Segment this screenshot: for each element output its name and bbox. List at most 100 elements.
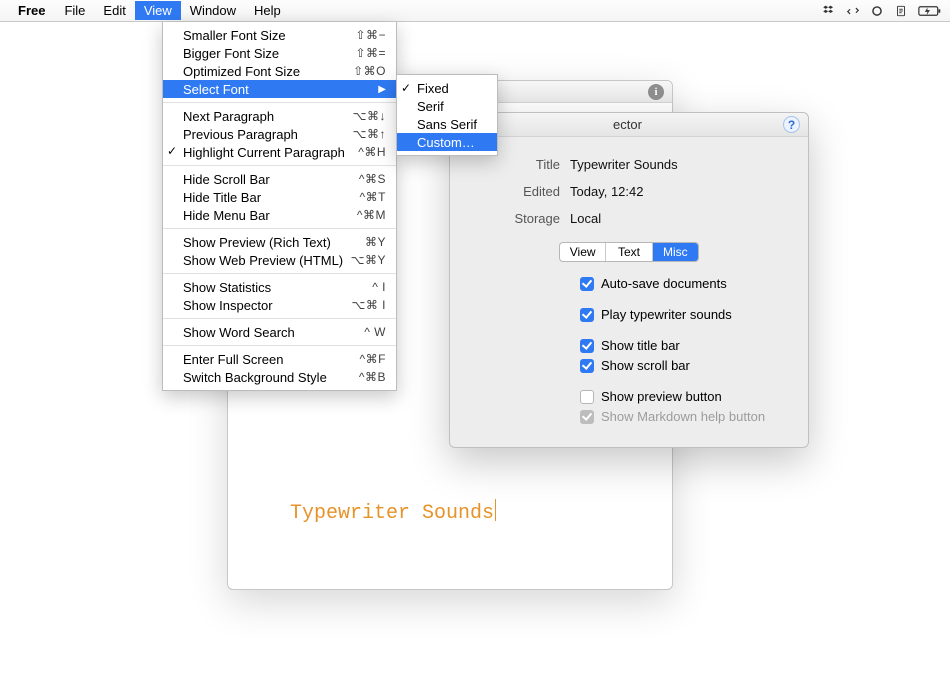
- menu-item-label: Optimized Font Size: [183, 64, 353, 79]
- option-row: Show Markdown help button: [580, 409, 808, 424]
- menu-item-shortcut: ⌥⌘↓: [353, 109, 386, 123]
- menu-item[interactable]: Enter Full Screen^⌘F: [163, 350, 396, 368]
- menu-edit[interactable]: Edit: [94, 1, 134, 20]
- menubar: Free File Edit View Window Help: [0, 0, 950, 22]
- submenu-item[interactable]: Sans Serif: [397, 115, 497, 133]
- menu-item-shortcut: ^⌘F: [360, 352, 386, 366]
- menu-help[interactable]: Help: [245, 1, 290, 20]
- menu-item-label: Hide Title Bar: [183, 190, 360, 205]
- menu-item[interactable]: Show Preview (Rich Text)⌘Y: [163, 233, 396, 251]
- text-caret: [495, 499, 496, 521]
- info-button-icon[interactable]: i: [648, 84, 664, 100]
- menu-item-label: Previous Paragraph: [183, 127, 353, 142]
- option-label: Show title bar: [601, 338, 680, 353]
- menu-item-shortcut: ⌥⌘ I: [352, 298, 387, 312]
- menu-item[interactable]: Show Statistics^ I: [163, 278, 396, 296]
- checkbox: [580, 410, 594, 424]
- menu-item[interactable]: ✓Highlight Current Paragraph^⌘H: [163, 143, 396, 161]
- menu-item-label: Show Web Preview (HTML): [183, 253, 351, 268]
- option-row[interactable]: Show scroll bar: [580, 358, 808, 373]
- menu-item-label: Hide Menu Bar: [183, 208, 357, 223]
- submenu-item[interactable]: ✓ Fixed: [397, 79, 497, 97]
- menu-item[interactable]: Switch Background Style^⌘B: [163, 368, 396, 386]
- inspector-panel: ector ? Title Typewriter Sounds Edited T…: [449, 112, 809, 448]
- submenu-item[interactable]: Serif: [397, 97, 497, 115]
- option-row[interactable]: Show title bar: [580, 338, 808, 353]
- inspector-titlebar[interactable]: ector ?: [450, 113, 808, 137]
- menu-item-shortcut: ^ W: [364, 325, 386, 339]
- menu-file[interactable]: File: [55, 1, 94, 20]
- segment-text[interactable]: Text: [606, 243, 652, 261]
- menu-window[interactable]: Window: [181, 1, 245, 20]
- menu-item[interactable]: Show Web Preview (HTML)⌥⌘Y: [163, 251, 396, 269]
- checkbox[interactable]: [580, 277, 594, 291]
- menu-item[interactable]: Smaller Font Size⇧⌘−: [163, 26, 396, 44]
- option-row[interactable]: Show preview button: [580, 389, 808, 404]
- menu-item-label: Show Word Search: [183, 325, 364, 340]
- menu-item[interactable]: Show Inspector⌥⌘ I: [163, 296, 396, 314]
- menu-item-label: Highlight Current Paragraph: [183, 145, 358, 160]
- battery-icon[interactable]: [918, 5, 942, 17]
- app-name[interactable]: Free: [18, 3, 45, 18]
- sync-icon[interactable]: [846, 4, 860, 18]
- menu-item[interactable]: Optimized Font Size⇧⌘O: [163, 62, 396, 80]
- status-icons: [822, 4, 942, 18]
- menu-item[interactable]: Bigger Font Size⇧⌘=: [163, 44, 396, 62]
- menu-item-label: Next Paragraph: [183, 109, 353, 124]
- dropbox-icon[interactable]: [822, 4, 836, 18]
- option-label: Show scroll bar: [601, 358, 690, 373]
- menu-item-shortcut: ^⌘T: [360, 190, 386, 204]
- menu-item-label: Switch Background Style: [183, 370, 359, 385]
- menu-item-label: Show Inspector: [183, 298, 352, 313]
- field-value-edited: Today, 12:42: [570, 184, 643, 199]
- checkbox[interactable]: [580, 308, 594, 322]
- field-label-storage: Storage: [450, 211, 570, 226]
- menu-view[interactable]: View: [135, 1, 181, 20]
- segment-view[interactable]: View: [560, 243, 606, 261]
- menu-item[interactable]: Show Word Search^ W: [163, 323, 396, 341]
- submenu-item-label: Fixed: [417, 81, 449, 96]
- menu-item-label: Enter Full Screen: [183, 352, 360, 367]
- menu-separator: [163, 318, 396, 319]
- menu-item-shortcut: ⌥⌘Y: [351, 253, 386, 267]
- menu-item[interactable]: Previous Paragraph⌥⌘↑: [163, 125, 396, 143]
- submenu-item-label: Sans Serif: [417, 117, 477, 132]
- option-label: Show Markdown help button: [601, 409, 765, 424]
- checkbox[interactable]: [580, 359, 594, 373]
- field-label-title: Title: [450, 157, 570, 172]
- inspector-title: ector: [458, 117, 783, 132]
- menu-item[interactable]: Hide Menu Bar^⌘M: [163, 206, 396, 224]
- clipboard-icon[interactable]: [894, 4, 908, 18]
- menu-item-label: Hide Scroll Bar: [183, 172, 359, 187]
- document-text[interactable]: Typewriter Sounds: [290, 499, 496, 525]
- help-icon[interactable]: ?: [783, 116, 800, 133]
- menu-item-shortcut: ⇧⌘−: [355, 28, 386, 42]
- option-row[interactable]: Play typewriter sounds: [580, 307, 808, 322]
- menu-item-label: Smaller Font Size: [183, 28, 355, 43]
- menu-item-label: Select Font: [183, 82, 372, 97]
- menu-item[interactable]: Next Paragraph⌥⌘↓: [163, 107, 396, 125]
- menu-item[interactable]: Select Font ▶: [163, 80, 396, 98]
- submenu-item[interactable]: Custom…: [397, 133, 497, 151]
- menu-item-label: Bigger Font Size: [183, 46, 355, 61]
- option-label: Play typewriter sounds: [601, 307, 732, 322]
- field-value-title: Typewriter Sounds: [570, 157, 678, 172]
- menu-separator: [163, 228, 396, 229]
- option-row[interactable]: Auto-save documents: [580, 276, 808, 291]
- field-label-edited: Edited: [450, 184, 570, 199]
- menu-item[interactable]: Hide Title Bar^⌘T: [163, 188, 396, 206]
- checkbox[interactable]: [580, 390, 594, 404]
- circle-icon[interactable]: [870, 4, 884, 18]
- menu-separator: [163, 102, 396, 103]
- select-font-submenu: ✓ FixedSerif Sans SerifCustom…: [396, 74, 498, 156]
- check-icon: ✓: [401, 81, 411, 95]
- inspector-options: Auto-save documents Play typewriter sound…: [450, 276, 808, 424]
- segment-misc[interactable]: Misc: [653, 243, 698, 261]
- menu-item-shortcut: ⇧⌘=: [355, 46, 386, 60]
- submenu-arrow-icon: ▶: [378, 84, 386, 95]
- menu-item-shortcut: ^⌘B: [359, 370, 386, 384]
- menu-separator: [163, 345, 396, 346]
- option-label: Show preview button: [601, 389, 722, 404]
- checkbox[interactable]: [580, 339, 594, 353]
- menu-item[interactable]: Hide Scroll Bar^⌘S: [163, 170, 396, 188]
